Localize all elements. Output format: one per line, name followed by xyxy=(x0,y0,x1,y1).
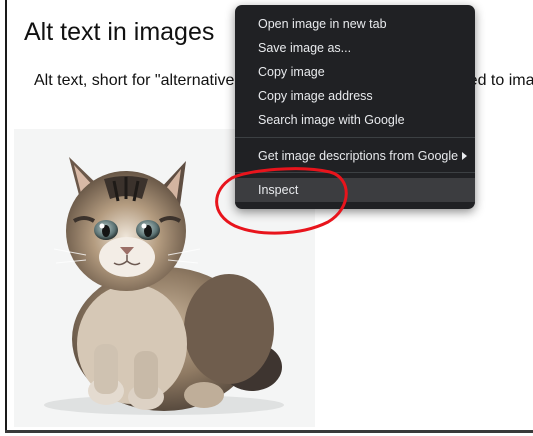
image-context-menu: Open image in new tab Save image as... C… xyxy=(235,5,475,209)
menu-item-inspect[interactable]: Inspect xyxy=(235,178,475,202)
menu-item-copy-image-address[interactable]: Copy image address xyxy=(235,84,475,108)
menu-separator xyxy=(235,137,475,138)
menu-item-open-image-new-tab[interactable]: Open image in new tab xyxy=(235,12,475,36)
page-heading: Alt text in images xyxy=(24,18,215,46)
menu-item-get-image-descriptions[interactable]: Get image descriptions from Google xyxy=(235,144,475,168)
menu-item-save-image-as[interactable]: Save image as... xyxy=(235,36,475,60)
menu-item-search-image-google[interactable]: Search image with Google xyxy=(235,108,475,132)
chevron-right-icon xyxy=(462,152,467,160)
menu-separator xyxy=(235,172,475,173)
page-bottom-border xyxy=(5,430,533,433)
menu-item-get-image-descriptions-label: Get image descriptions from Google xyxy=(258,149,459,163)
menu-item-copy-image[interactable]: Copy image xyxy=(235,60,475,84)
page-left-border xyxy=(5,0,7,432)
